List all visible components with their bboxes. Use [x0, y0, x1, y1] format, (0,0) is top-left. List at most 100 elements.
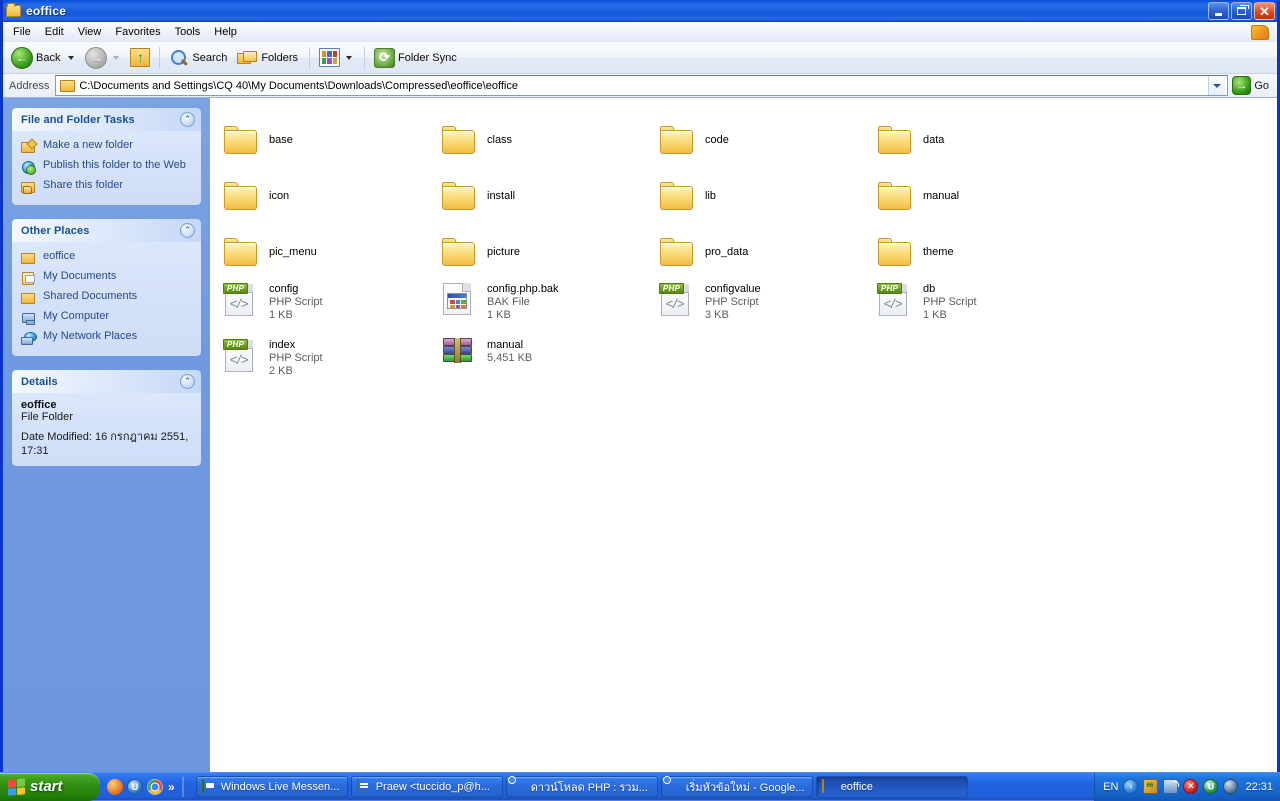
forward-button[interactable]: →: [81, 45, 126, 71]
folder-icon: [440, 182, 476, 210]
tray-network-icon[interactable]: [1163, 779, 1178, 794]
search-button[interactable]: Search: [165, 45, 233, 71]
list-item[interactable]: class: [436, 112, 654, 168]
sidebar-item-publish-to-web[interactable]: Publish this folder to the Web: [21, 157, 193, 177]
close-button[interactable]: ✕: [1254, 2, 1275, 20]
list-item[interactable]: base: [218, 112, 436, 168]
views-dropdown-icon[interactable]: [346, 56, 352, 60]
list-item[interactable]: code: [654, 112, 872, 168]
sidebar-item-share-this-folder[interactable]: Share this folder: [21, 177, 193, 197]
go-button[interactable]: Go: [1228, 76, 1275, 95]
task-button-chrome-google[interactable]: เริ่มหัวข้อใหม่ - Google...: [661, 776, 813, 798]
task-button-eoffice[interactable]: eoffice: [816, 776, 968, 798]
quicklaunch-overflow-icon[interactable]: »: [167, 780, 175, 794]
quicklaunch-utorrent-icon[interactable]: [127, 779, 143, 795]
item-size: 1 KB: [267, 309, 295, 321]
collapse-chevron-icon[interactable]: ⌃: [180, 112, 195, 127]
list-item[interactable]: config.php.bak BAK File 1 KB: [436, 280, 654, 336]
address-input[interactable]: C:\Documents and Settings\CQ 40\My Docum…: [55, 75, 1228, 96]
forward-dropdown-icon[interactable]: [113, 56, 119, 60]
list-item[interactable]: pro_data: [654, 224, 872, 280]
tray-icon-5[interactable]: [1223, 779, 1238, 794]
quick-launch-bar: »: [100, 775, 192, 799]
folder-sync-button[interactable]: Folder Sync: [370, 45, 463, 71]
window-body: File and Folder Tasks ⌃ Make a new folde…: [3, 98, 1277, 800]
menu-bar: File Edit View Favorites Tools Help: [3, 22, 1277, 42]
list-item[interactable]: PHP </> db PHP Script 1 KB: [872, 280, 1090, 336]
menu-edit[interactable]: Edit: [38, 24, 71, 40]
sidebar-item-my-documents[interactable]: My Documents: [21, 268, 193, 288]
views-button[interactable]: [315, 45, 359, 71]
menu-tools[interactable]: Tools: [168, 24, 208, 40]
language-indicator[interactable]: EN: [1103, 781, 1118, 793]
list-item[interactable]: PHP </> configvalue PHP Script 3 KB: [654, 280, 872, 336]
title-bar[interactable]: eoffice ✕: [3, 0, 1277, 22]
views-icon: [319, 48, 340, 67]
list-item[interactable]: PHP </> index PHP Script 2 KB: [218, 336, 436, 392]
list-item[interactable]: manual: [872, 168, 1090, 224]
panel-header-tasks[interactable]: File and Folder Tasks ⌃: [12, 108, 201, 131]
task-button-message[interactable]: Praew <tuccido_p@h...: [351, 776, 503, 798]
sidebar-item-shared-documents[interactable]: Shared Documents: [21, 288, 193, 308]
item-size: 5,451 KB: [485, 352, 534, 364]
back-button[interactable]: ← Back: [7, 45, 81, 71]
back-dropdown-icon[interactable]: [68, 56, 74, 60]
list-item[interactable]: icon: [218, 168, 436, 224]
minimize-button[interactable]: [1208, 2, 1229, 20]
bak-file-icon: [440, 282, 476, 316]
maximize-restore-button[interactable]: [1231, 2, 1252, 20]
toolbar-separator-2: [309, 47, 310, 69]
tray-utorrent-icon[interactable]: [1203, 779, 1218, 794]
list-item[interactable]: data: [872, 112, 1090, 168]
sidebar-item-make-new-folder[interactable]: Make a new folder: [21, 137, 193, 157]
item-name: icon: [267, 190, 291, 203]
tray-expand-chevron-icon[interactable]: ‹: [1123, 779, 1138, 794]
collapse-chevron-icon[interactable]: ⌃: [180, 223, 195, 238]
menu-help[interactable]: Help: [207, 24, 244, 40]
list-item[interactable]: manual 5,451 KB: [436, 336, 654, 392]
tray-icon-1[interactable]: [1143, 779, 1158, 794]
item-type: PHP Script: [921, 296, 979, 308]
list-item[interactable]: picture: [436, 224, 654, 280]
folder-icon: [222, 126, 258, 154]
clock[interactable]: 22:31: [1243, 781, 1273, 793]
folder-icon: [876, 182, 912, 210]
task-button-messenger[interactable]: Windows Live Messen...: [196, 776, 348, 798]
folder-icon: [876, 238, 912, 266]
folders-button[interactable]: Folders: [233, 45, 304, 71]
folders-icon: [237, 49, 258, 66]
list-item[interactable]: lib: [654, 168, 872, 224]
menu-favorites[interactable]: Favorites: [108, 24, 167, 40]
sidebar-item-my-network-places[interactable]: My Network Places: [21, 328, 193, 348]
item-name: db: [921, 283, 937, 296]
panel-title-tasks: File and Folder Tasks: [21, 114, 135, 126]
tray-security-alert-icon[interactable]: [1183, 779, 1198, 794]
toolbar: ← Back → Search Folders Folder Sync: [3, 42, 1277, 74]
sidebar-item-eoffice[interactable]: eoffice: [21, 248, 193, 268]
back-label: Back: [36, 52, 62, 64]
task-button-chrome-php[interactable]: ดาวน์โหลด PHP : รวม...: [506, 776, 658, 798]
item-name: pic_menu: [267, 246, 319, 259]
start-button[interactable]: start: [0, 773, 100, 801]
panel-header-other-places[interactable]: Other Places ⌃: [12, 219, 201, 242]
list-item[interactable]: theme: [872, 224, 1090, 280]
address-label: Address: [5, 80, 55, 92]
list-item[interactable]: install: [436, 168, 654, 224]
php-script-icon: PHP </>: [222, 338, 258, 372]
quicklaunch-chrome-icon[interactable]: [147, 779, 163, 795]
panel-header-details[interactable]: Details ⌃: [12, 370, 201, 393]
php-code-glyph: </>: [228, 297, 250, 311]
list-item[interactable]: pic_menu: [218, 224, 436, 280]
up-button[interactable]: [126, 45, 154, 71]
back-arrow-icon: ←: [11, 47, 33, 69]
sidebar: File and Folder Tasks ⌃ Make a new folde…: [3, 98, 210, 800]
sidebar-item-my-computer[interactable]: My Computer: [21, 308, 193, 328]
list-item[interactable]: PHP </> config PHP Script 1 KB: [218, 280, 436, 336]
file-list-pane[interactable]: base class code data icon: [210, 98, 1277, 800]
folder-icon: [658, 238, 694, 266]
address-dropdown-button[interactable]: [1208, 76, 1225, 95]
quicklaunch-orange-icon[interactable]: [107, 779, 123, 795]
menu-view[interactable]: View: [71, 24, 109, 40]
menu-file[interactable]: File: [6, 24, 38, 40]
collapse-chevron-icon[interactable]: ⌃: [180, 374, 195, 389]
